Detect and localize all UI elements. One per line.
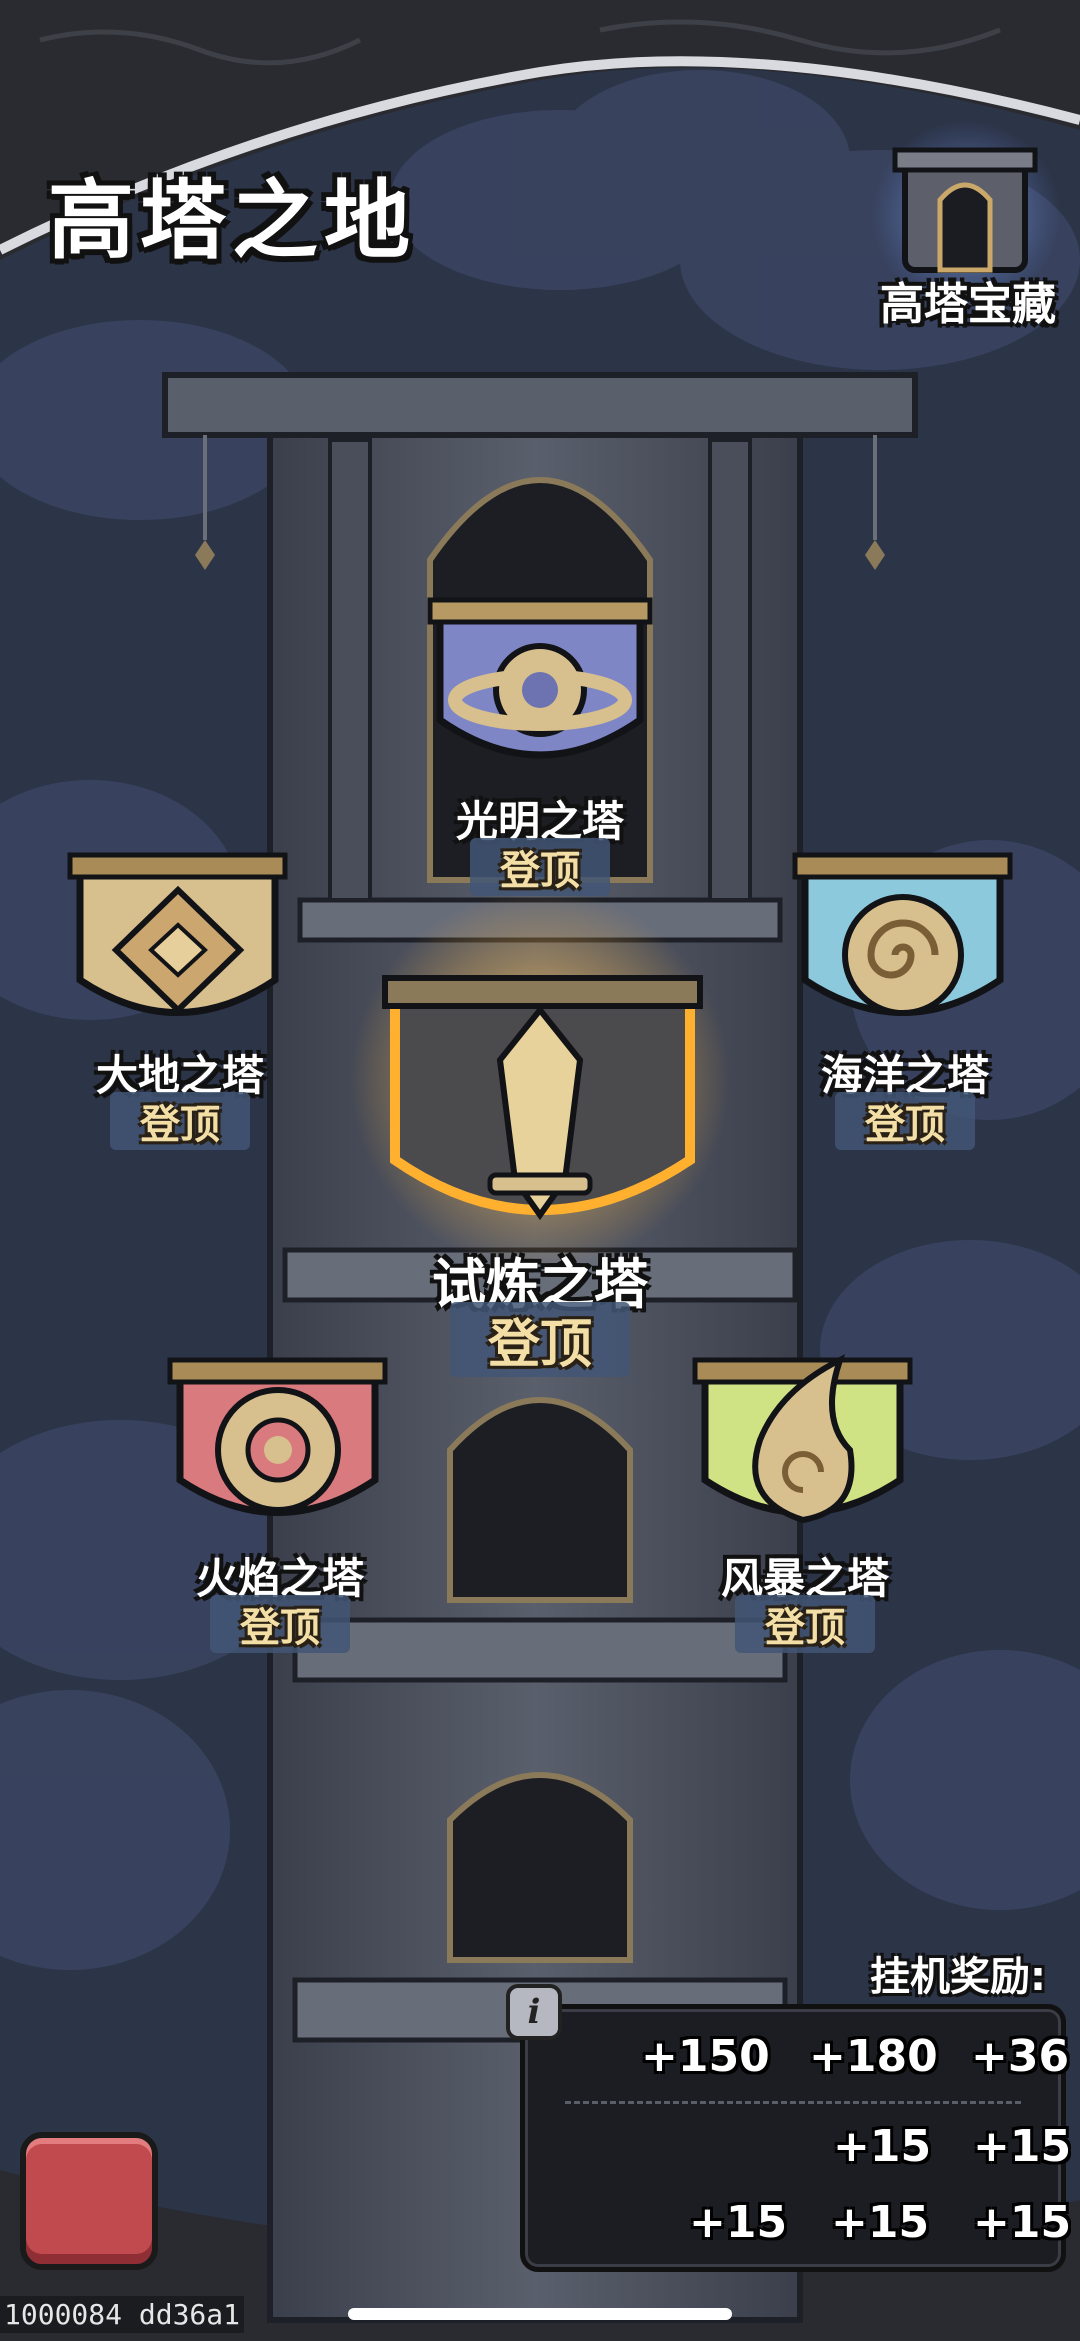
home-indicator[interactable]: [348, 2308, 732, 2320]
back-button[interactable]: [20, 2132, 158, 2270]
storm-tower-emblem[interactable]: [692, 1354, 913, 1524]
trial-tower-emblem[interactable]: [350, 890, 730, 1270]
reward-heart-value: +36: [971, 2031, 1070, 2082]
page-title: 高塔之地: [48, 171, 416, 271]
light-tower-emblem[interactable]: [427, 597, 653, 759]
info-button[interactable]: i: [506, 1984, 562, 2040]
ocean-tower-climb-button[interactable]: 登顶: [835, 1092, 975, 1150]
reward-earth-orb-value: +15: [973, 2121, 1072, 2172]
idle-rewards-title: 挂机奖励:: [870, 1954, 1046, 2000]
treasure-label[interactable]: 高塔宝藏: [868, 268, 1068, 332]
fire-tower-climb-button[interactable]: 登顶: [210, 1595, 350, 1653]
reward-light-orb-value: +15: [833, 2121, 932, 2172]
earth-tower-climb-button[interactable]: 登顶: [110, 1092, 250, 1150]
build-id: 1000084 dd36a1: [0, 2296, 245, 2333]
earth-tower-emblem[interactable]: [67, 852, 288, 1016]
storm-tower-climb-button[interactable]: 登顶: [735, 1595, 875, 1653]
trial-tower-climb-button[interactable]: 登顶: [450, 1302, 630, 1377]
reward-red-cup-value: +180: [809, 2031, 938, 2082]
ocean-tower-emblem[interactable]: [792, 852, 1013, 1016]
light-tower-climb-button[interactable]: 登顶: [470, 838, 610, 896]
idle-rewards-panel: +150 +180 +36 +15 +15 +15 +15 +15: [520, 2004, 1071, 2272]
fire-tower-emblem[interactable]: [167, 1357, 388, 1516]
reward-storm-orb-value: +15: [973, 2197, 1072, 2248]
reward-silver-cup-value: +150: [641, 2031, 770, 2082]
reward-divider: [565, 2101, 1021, 2104]
reward-ocean-orb-value: +15: [689, 2197, 788, 2248]
reward-fire-orb-value: +15: [831, 2197, 930, 2248]
